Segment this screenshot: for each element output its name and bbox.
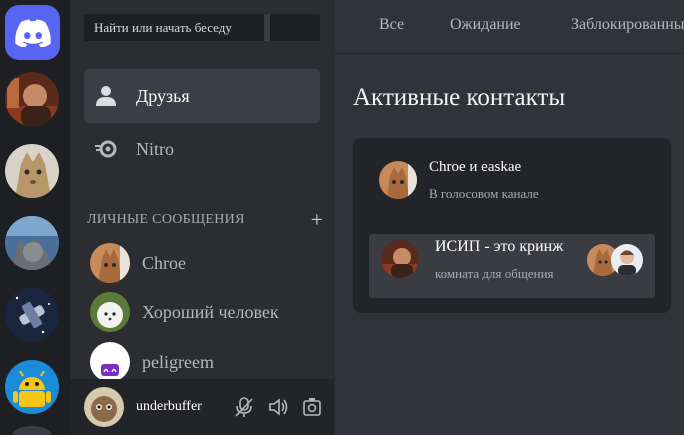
nitro-icon	[94, 137, 118, 161]
tab-pending[interactable]: Ожидание	[450, 16, 521, 34]
tab-blocked[interactable]: Заблокированные	[571, 16, 684, 34]
user-panel: underbuffer	[70, 379, 334, 435]
voice-participants	[587, 244, 643, 276]
speaker-icon[interactable]	[266, 395, 290, 419]
add-dm-button[interactable]: +	[311, 209, 323, 231]
server-icon-3[interactable]	[5, 216, 59, 270]
server-rail	[0, 0, 70, 435]
voice-channel-name: ИСИП - это кринж	[435, 238, 564, 255]
mic-icon[interactable]	[232, 395, 256, 419]
dm-item-peligreem[interactable]: peligreem	[90, 340, 326, 384]
avatar	[611, 244, 643, 276]
voice-channel-description: комната для общения	[435, 266, 554, 281]
avatar	[90, 342, 130, 382]
nav-nitro[interactable]: Nitro	[84, 122, 320, 176]
divider	[264, 14, 270, 41]
page-title: Активные контакты	[353, 84, 566, 111]
tab-all[interactable]: Все	[379, 16, 404, 34]
voice-channel-icon	[381, 240, 419, 278]
nav-nitro-label: Nitro	[136, 138, 174, 159]
activity-item[interactable]: Chroe и easkae В голосовом канале	[379, 158, 659, 202]
dm-section-title: ЛИЧНЫЕ СООБЩЕНИЯ	[87, 212, 245, 227]
server-icon-6[interactable]	[12, 426, 52, 435]
server-icon-4[interactable]	[5, 288, 59, 342]
activity-subtitle: В голосовом канале	[429, 185, 539, 201]
discord-logo-icon	[14, 19, 51, 47]
voice-channel-card[interactable]: ИСИП - это кринж комната для общения	[369, 234, 655, 298]
activity-title: Chroe и easkae	[429, 158, 522, 175]
avatar	[90, 292, 130, 332]
settings-icon[interactable]	[300, 395, 324, 419]
avatar	[90, 243, 130, 283]
dm-sidebar: Найти или начать беседу Друзья Nitro ЛИЧ…	[70, 0, 334, 435]
avatar[interactable]	[84, 387, 124, 427]
dm-name: Хороший человек	[142, 301, 279, 322]
server-icon-5[interactable]	[5, 360, 59, 414]
avatar	[379, 161, 417, 199]
home-button[interactable]	[5, 5, 60, 60]
dm-item-chroe[interactable]: Chroe	[90, 241, 326, 285]
dm-item-good-person[interactable]: Хороший человек	[90, 290, 326, 334]
main-content: Все Ожидание Заблокированные Активные ко…	[334, 0, 684, 435]
active-contacts-card: Chroe и easkae В голосовом канале ИСИП -…	[353, 138, 671, 313]
search-input[interactable]: Найти или начать беседу	[84, 14, 320, 41]
friends-tabs: Все Ожидание Заблокированные	[335, 0, 684, 54]
dm-section-header: ЛИЧНЫЕ СООБЩЕНИЯ +	[87, 209, 323, 231]
username: underbuffer	[136, 399, 202, 414]
nav-friends[interactable]: Друзья	[84, 69, 320, 123]
dm-name: peligreem	[142, 351, 214, 372]
server-icon-2[interactable]	[5, 144, 59, 198]
dm-name: Chroe	[142, 252, 186, 273]
nav-friends-label: Друзья	[136, 85, 190, 106]
friends-icon	[94, 84, 118, 108]
server-icon-1[interactable]	[5, 72, 59, 126]
